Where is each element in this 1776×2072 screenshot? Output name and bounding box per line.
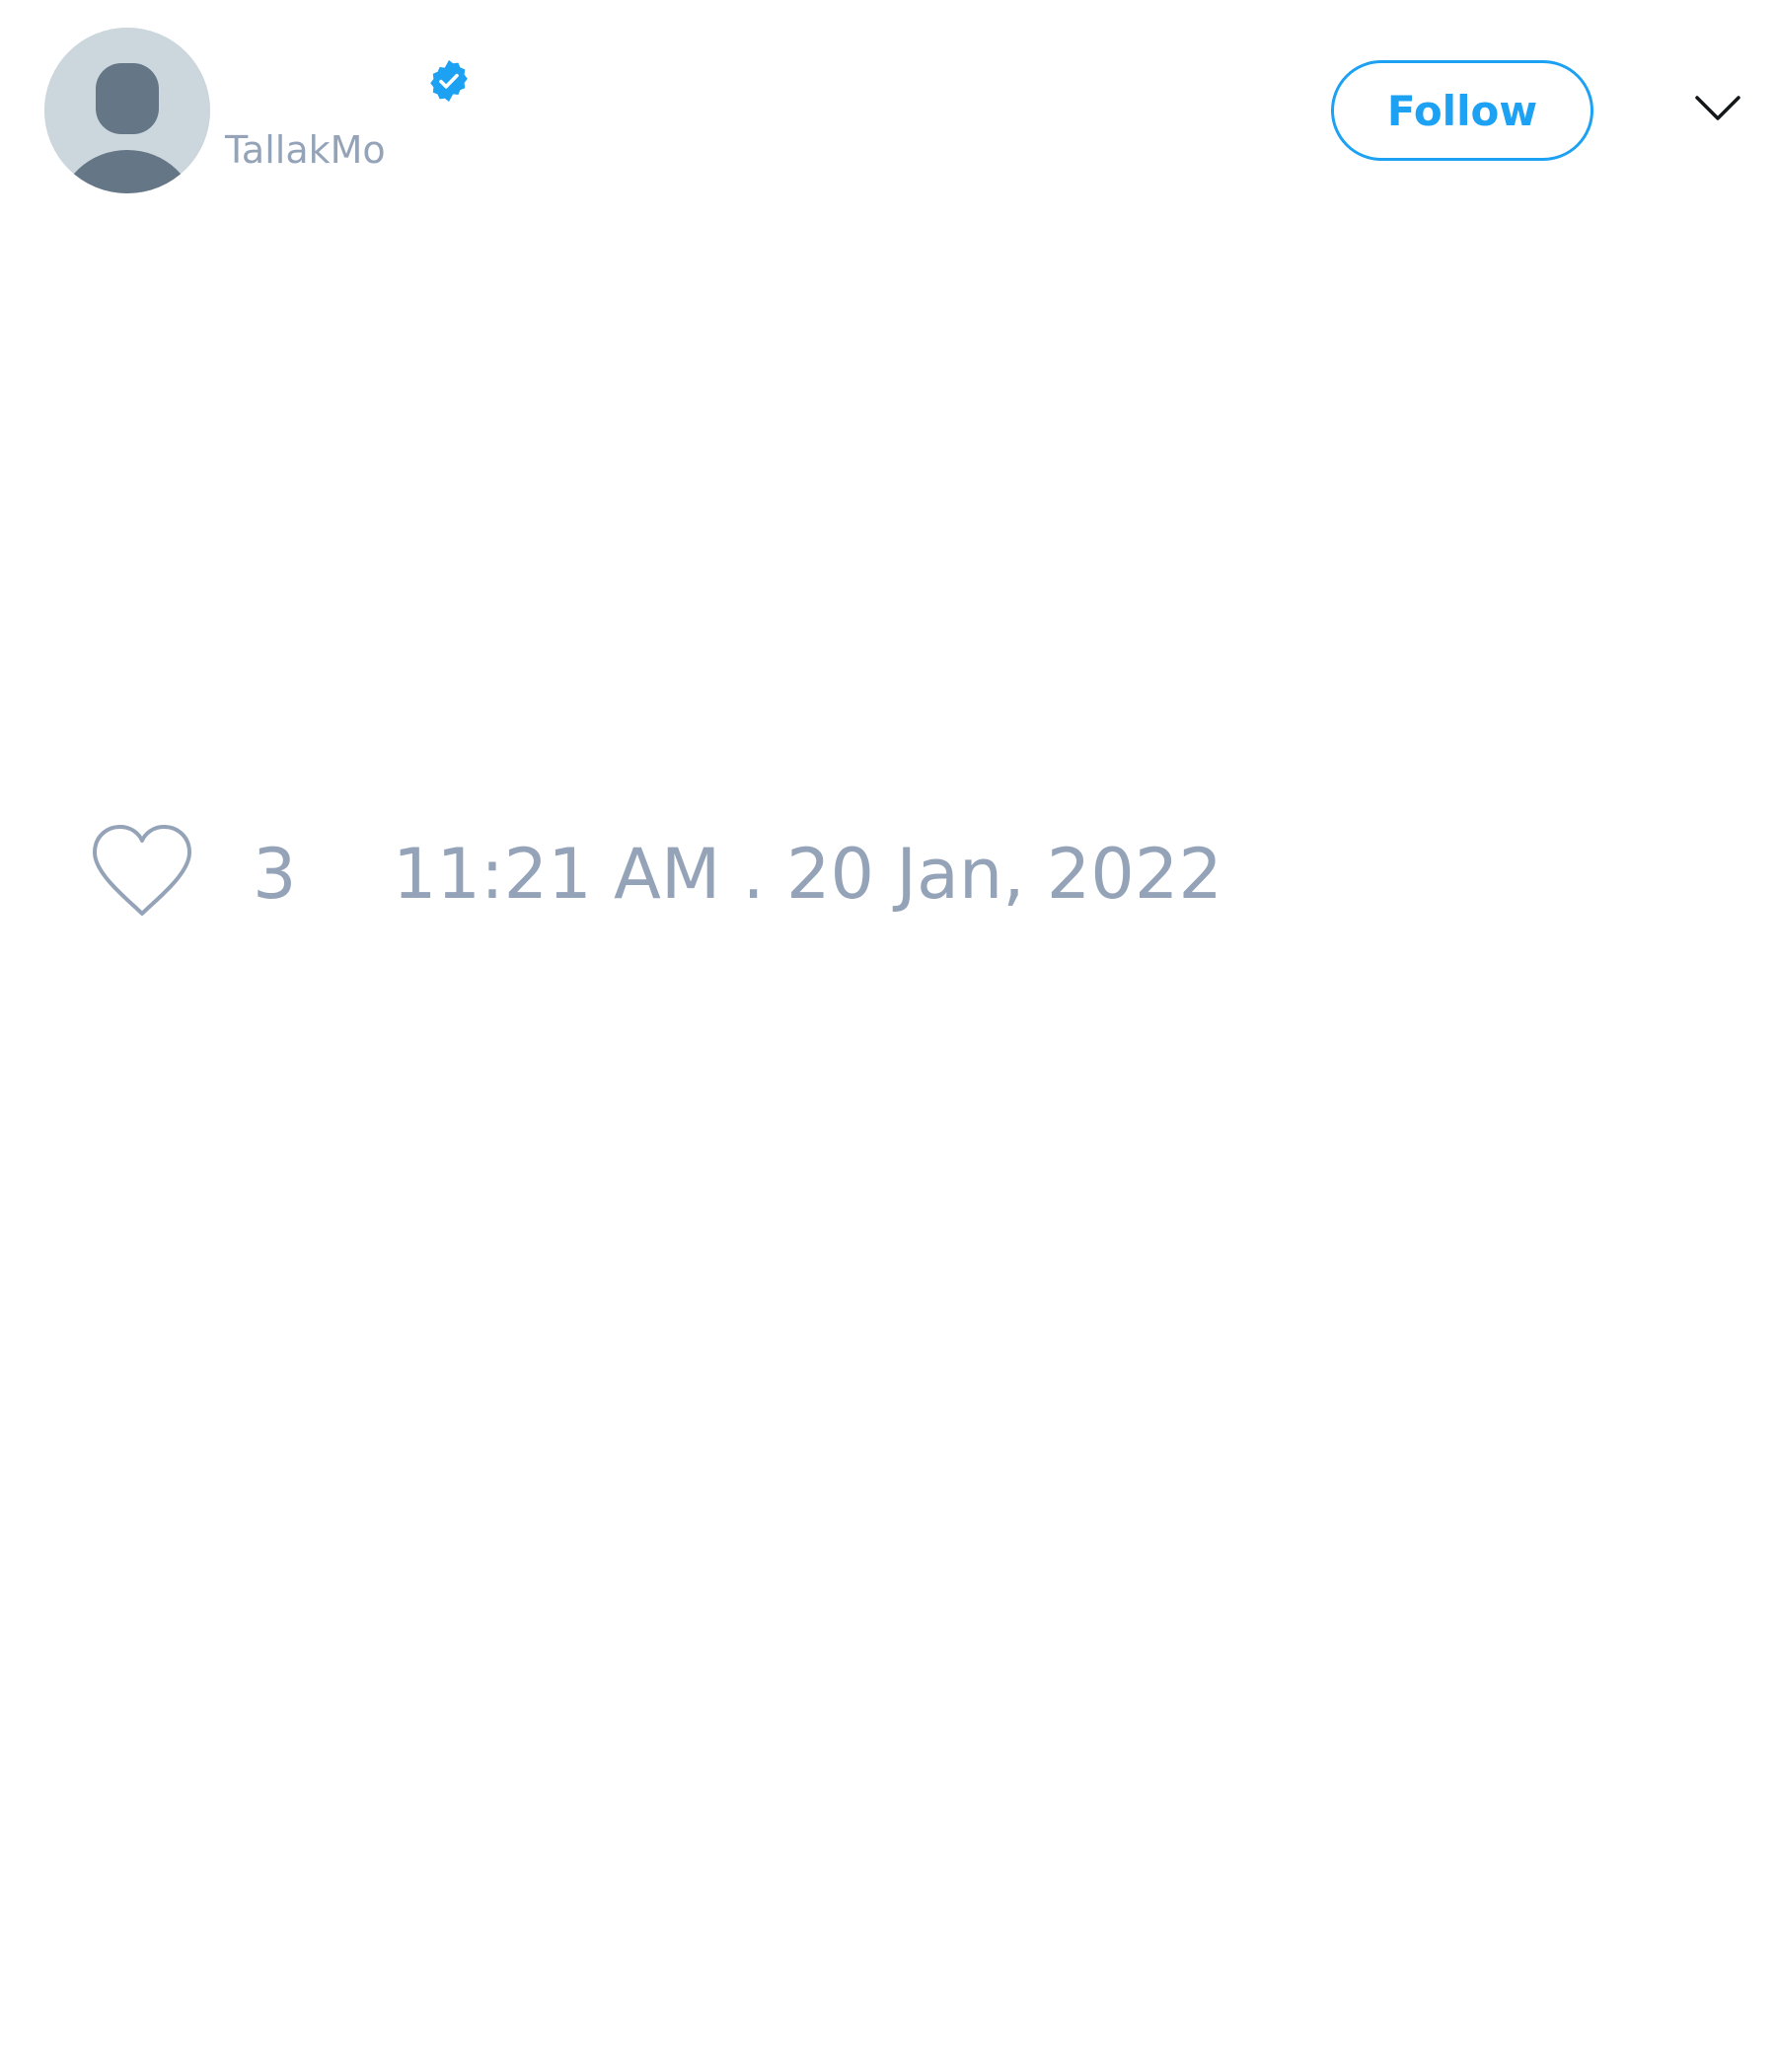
default-avatar-icon xyxy=(44,28,210,193)
like-count: 3 xyxy=(253,834,297,915)
tweet-timestamp[interactable]: 11:21 AM . 20 Jan, 2022 xyxy=(393,835,1222,914)
avatar[interactable] xyxy=(44,28,210,193)
follow-button[interactable]: Follow xyxy=(1331,60,1593,161)
chevron-down-icon[interactable] xyxy=(1693,90,1742,123)
verified-badge-icon xyxy=(430,60,468,102)
heart-icon[interactable] xyxy=(89,823,195,922)
username[interactable]: TallakMo xyxy=(225,126,386,174)
